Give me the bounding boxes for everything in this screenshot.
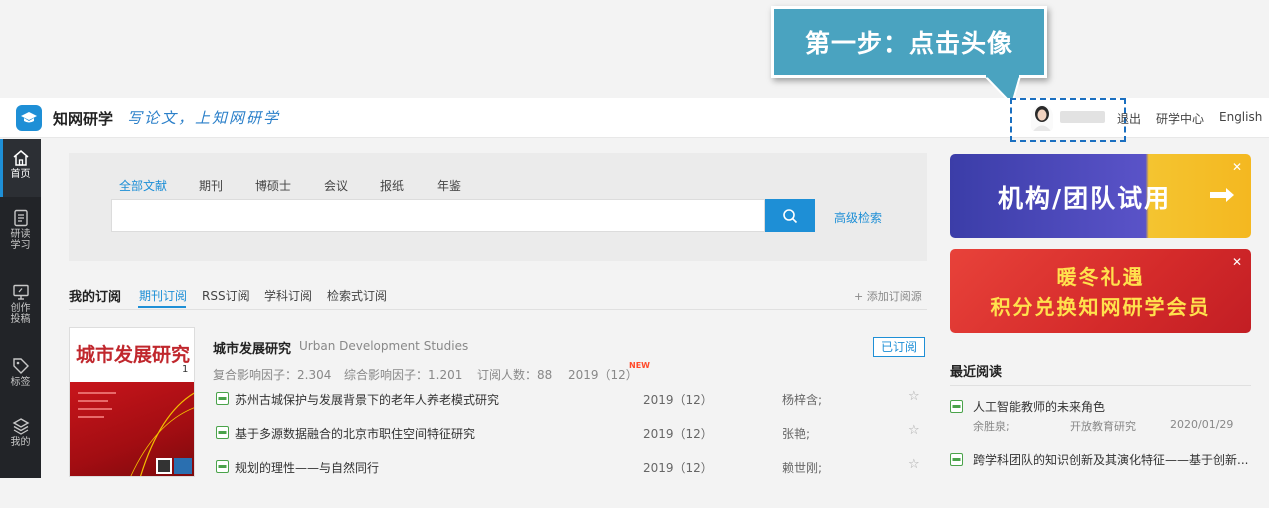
- article-author[interactable]: 张艳;: [782, 425, 810, 442]
- recent-item[interactable]: 人工智能教师的未来角色 余胜泉; 开放教育研究 2020/01/29: [950, 398, 1251, 434]
- logo-text[interactable]: 知网研学: [53, 108, 113, 129]
- article-author[interactable]: 赖世刚;: [782, 459, 822, 476]
- overall-impact-factor: 综合影响因子：1.201: [344, 368, 463, 382]
- search-tab-journal[interactable]: 期刊: [199, 177, 223, 194]
- article-title[interactable]: 基于多源数据融合的北京市职住空间特征研究: [235, 425, 475, 442]
- banner-text: 机构/团队试用: [998, 184, 1172, 213]
- layers-icon: [12, 418, 29, 435]
- search-tab-yearbook[interactable]: 年鉴: [437, 177, 461, 194]
- tab-query-subscription[interactable]: 检索式订阅: [327, 287, 387, 304]
- nav-label: 研读: [10, 229, 31, 240]
- nav-item-home[interactable]: 首页: [0, 139, 41, 197]
- nav-label: 标签: [10, 377, 31, 388]
- html-doc-icon: [216, 426, 229, 439]
- add-subscription-link[interactable]: + 添加订阅源: [854, 288, 922, 304]
- recent-source: 开放教育研究: [1070, 420, 1136, 433]
- recent-title[interactable]: 跨学科团队的知识创新及其演化特征——基于创新...: [973, 451, 1248, 468]
- article-issue: 2019（12）: [643, 393, 713, 407]
- journal-name[interactable]: 城市发展研究: [213, 338, 291, 357]
- search-button[interactable]: [765, 199, 815, 232]
- recent-title[interactable]: 人工智能教师的未来角色: [973, 398, 1105, 415]
- article-title[interactable]: 规划的理性——与自然同行: [235, 459, 379, 476]
- document-icon: [13, 209, 28, 227]
- nav-label: 首页: [10, 169, 31, 180]
- tab-journal-subscription[interactable]: 期刊订阅: [139, 287, 187, 304]
- advanced-search-link[interactable]: 高级检索: [834, 209, 882, 226]
- avatar-highlight-box: [1010, 98, 1126, 142]
- nav-label: 创作: [10, 303, 31, 314]
- article-author[interactable]: 杨梓含;: [782, 391, 822, 408]
- banner-text-line2: 积分兑换知网研学会员: [990, 295, 1211, 319]
- search-tab-all[interactable]: 全部文献: [119, 177, 167, 194]
- top-header: 知网研学 写论文，上知网研学 退出 研学中心 English: [0, 98, 1269, 142]
- nav-item-create[interactable]: 创作 投稿: [0, 284, 41, 334]
- callout-text: 第一步：点击头像: [804, 29, 1013, 58]
- team-trial-banner[interactable]: 机构/团队试用 ✕: [950, 154, 1251, 238]
- my-subscription-title: 我的订阅: [69, 290, 122, 305]
- article-row[interactable]: 苏州古城保护与发展背景下的老年人养老模式研究 2019（12） 杨梓含; ☆: [216, 389, 926, 411]
- search-tab-conference[interactable]: 会议: [324, 177, 348, 194]
- nav-label: 学习: [10, 240, 31, 251]
- search-tab-thesis[interactable]: 博硕士: [255, 177, 291, 194]
- banner-text-line1: 暖冬礼遇: [1056, 265, 1145, 289]
- html-doc-icon: [950, 400, 963, 413]
- article-issue: 2019（12）: [643, 461, 713, 475]
- graduation-cap-icon[interactable]: [16, 105, 42, 131]
- cover-artwork: [70, 382, 194, 476]
- search-input[interactable]: [111, 199, 765, 232]
- html-doc-icon: [216, 392, 229, 405]
- search-panel: 全部文献 期刊 博硕士 会议 报纸 年鉴 高级检索: [69, 153, 927, 261]
- latest-issue[interactable]: 2019（12）: [568, 366, 638, 383]
- home-icon: [13, 150, 28, 166]
- close-icon[interactable]: ✕: [1232, 255, 1242, 269]
- star-icon[interactable]: ☆: [908, 457, 920, 472]
- recent-reading-title: 最近阅读: [950, 365, 1003, 380]
- nav-item-mine[interactable]: 我的: [0, 417, 41, 457]
- logout-link[interactable]: 退出: [1117, 110, 1141, 127]
- winter-promo-banner[interactable]: 暖冬礼遇 积分兑换知网研学会员 ✕: [950, 249, 1251, 333]
- bottom-margin: [0, 478, 1269, 508]
- star-icon[interactable]: ☆: [908, 423, 920, 438]
- new-badge: NEW: [629, 361, 650, 370]
- recent-item[interactable]: 跨学科团队的知识创新及其演化特征——基于创新...: [950, 451, 1251, 475]
- tab-subject-subscription[interactable]: 学科订阅: [264, 287, 312, 304]
- search-tab-newspaper[interactable]: 报纸: [380, 177, 404, 194]
- subscriber-count: 订阅人数：88: [477, 368, 553, 382]
- divider: [950, 385, 1251, 386]
- article-row[interactable]: 基于多源数据融合的北京市职住空间特征研究 2019（12） 张艳; ☆: [216, 423, 926, 445]
- monitor-icon: [12, 284, 29, 300]
- nav-item-tags[interactable]: 标签: [0, 357, 41, 397]
- divider: [69, 309, 927, 310]
- research-center-link[interactable]: 研学中心: [1156, 110, 1204, 127]
- pointing-hand-icon: [1210, 188, 1234, 202]
- journal-name-en: Urban Development Studies: [299, 339, 469, 353]
- active-tab-underline: [138, 306, 186, 308]
- slogan: 写论文，上知网研学: [127, 109, 281, 127]
- subscribed-button[interactable]: 已订阅: [873, 337, 925, 357]
- star-icon[interactable]: ☆: [908, 389, 920, 404]
- html-doc-icon: [950, 453, 963, 466]
- instruction-callout: 第一步：点击头像: [771, 6, 1047, 78]
- journal-cover[interactable]: 城市发展研究 1: [69, 327, 195, 477]
- tag-icon: [12, 358, 29, 374]
- article-issue: 2019（12）: [643, 427, 713, 441]
- cover-issue-number: 1: [182, 364, 189, 375]
- left-navigation: 首页 研读 学习 创作 投稿 标签 我的: [0, 139, 41, 479]
- cover-title: 城市发展研究: [76, 344, 191, 366]
- search-icon: [783, 208, 798, 223]
- composite-impact-factor: 复合影响因子：2.304: [213, 368, 332, 382]
- html-doc-icon: [216, 460, 229, 473]
- article-row[interactable]: 规划的理性——与自然同行 2019（12） 赖世刚; ☆: [216, 457, 926, 479]
- recent-author: 余胜泉;: [973, 420, 1010, 433]
- english-link[interactable]: English: [1219, 110, 1262, 124]
- tab-rss-subscription[interactable]: RSS订阅: [202, 287, 250, 304]
- close-icon[interactable]: ✕: [1232, 160, 1242, 174]
- nav-item-study[interactable]: 研读 学习: [0, 209, 41, 259]
- article-title[interactable]: 苏州古城保护与发展背景下的老年人养老模式研究: [235, 391, 499, 408]
- nav-label: 投稿: [10, 314, 31, 325]
- recent-date: 2020/01/29: [1170, 418, 1234, 431]
- nav-label: 我的: [10, 437, 31, 448]
